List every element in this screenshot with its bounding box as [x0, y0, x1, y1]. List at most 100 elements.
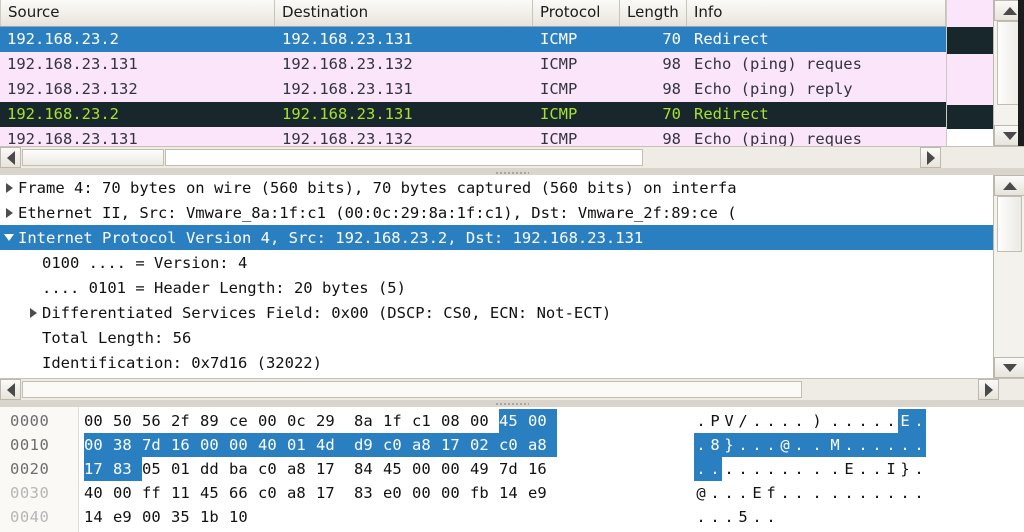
hex-byte[interactable]: 17 — [316, 481, 354, 505]
hex-ascii-char[interactable]: . — [806, 481, 828, 505]
chevron-right-icon[interactable] — [24, 307, 42, 318]
detail-tree-row[interactable]: Frame 4: 70 bytes on wire (560 bits), 70… — [0, 175, 993, 200]
hex-byte[interactable]: 00 — [113, 481, 142, 505]
hex-byte[interactable]: a8 — [287, 481, 316, 505]
hex-ascii-char[interactable]: . — [792, 457, 806, 481]
hex-byte[interactable]: 40 — [84, 481, 113, 505]
hex-byte[interactable]: c0 — [383, 433, 412, 457]
hex-ascii-group[interactable]: . 8}... @.. M...... — [694, 433, 926, 457]
hex-byte[interactable]: 1b — [200, 505, 229, 529]
hex-byte[interactable]: 14 — [499, 481, 528, 505]
hex-ascii-char[interactable]: . — [764, 457, 778, 481]
scroll-left-button[interactable] — [0, 379, 21, 400]
hex-ascii-char[interactable]: . — [792, 481, 806, 505]
hex-ascii-char[interactable]: . — [884, 481, 898, 505]
hex-dump-row[interactable]: 0010 00 38 7d 16 00 00 40 01 4d d9 c0 a8 17 02 c0 a8. 8}.… — [0, 433, 1024, 457]
hex-ascii-char[interactable]: . — [750, 409, 764, 433]
hex-ascii-char[interactable]: . — [792, 433, 806, 457]
detail-tree-row[interactable]: 0100 .... = Version: 4 — [0, 250, 993, 275]
hex-ascii-char[interactable]: . — [708, 457, 722, 481]
hex-ascii-char[interactable]: . — [694, 505, 708, 529]
hex-byte[interactable]: 00 — [258, 409, 287, 433]
packet-row[interactable]: 192.168.23.2 192.168.23.131 ICMP 70 Redirect — [0, 102, 946, 127]
hex-byte[interactable]: 8a — [354, 409, 383, 433]
hex-ascii-char[interactable]: 8 — [708, 433, 722, 457]
hex-byte[interactable]: 29 — [316, 409, 354, 433]
hex-byte[interactable]: 00 — [528, 409, 557, 433]
hex-ascii-char[interactable]: . — [842, 433, 856, 457]
packet-detail-pane[interactable]: Frame 4: 70 bytes on wire (560 bits), 70… — [0, 175, 1024, 378]
hex-bytes-group[interactable]: 40 00 ff 11 45 66 c0 a8 17 83 e0 00 00 fb 14 e9 — [84, 481, 557, 505]
hex-byte[interactable]: 00 — [84, 409, 113, 433]
packet-map-segment[interactable] — [947, 129, 993, 146]
hex-byte[interactable]: 45 — [499, 409, 528, 433]
hex-ascii-char[interactable]: . — [736, 457, 750, 481]
packet-map-minimap[interactable] — [946, 0, 993, 146]
hex-byte[interactable]: fb — [470, 481, 499, 505]
hex-byte[interactable]: ba — [229, 457, 258, 481]
hex-ascii-char[interactable]: . — [912, 481, 926, 505]
hex-byte[interactable]: 00 — [470, 409, 499, 433]
hex-ascii-char[interactable]: . — [722, 481, 736, 505]
hex-dump-row[interactable]: 0000 00 50 56 2f 89 ce 00 0c 29 8a 1f c1 08 00 45 00. P V /… — [0, 409, 1024, 433]
hex-dump-rows[interactable]: 0000 00 50 56 2f 89 ce 00 0c 29 8a 1f c1 08 00 45 00. P V /… — [0, 409, 1024, 529]
chevron-down-icon[interactable] — [0, 234, 18, 241]
detail-tree-row[interactable]: Ethernet II, Src: Vmware_8a:1f:c1 (00:0c… — [0, 200, 993, 225]
hex-byte[interactable]: 00 — [412, 457, 441, 481]
hex-byte[interactable]: 56 — [142, 409, 171, 433]
hex-ascii-char[interactable]: . — [898, 433, 912, 457]
scroll-left-button[interactable] — [0, 147, 21, 168]
hex-byte[interactable]: 00 — [200, 433, 229, 457]
hex-byte[interactable]: 38 — [113, 433, 142, 457]
hex-ascii-group[interactable]: @... Ef.......... — [694, 481, 926, 505]
hex-ascii-char[interactable]: . — [778, 457, 792, 481]
packet-list-rows[interactable]: 192.168.23.2 192.168.23.131 ICMP 70 Redirect… — [0, 27, 946, 146]
hex-bytes-group[interactable]: 14 e9 00 35 1b 10 — [84, 505, 258, 529]
detail-tree-row[interactable]: Total Length: 56 — [0, 325, 993, 350]
hex-dump-row[interactable]: 0030 40 00 ff 11 45 66 c0 a8 17 83 e0 00 00 fb 14 e9 @...… — [0, 481, 1024, 505]
hex-ascii-char[interactable]: I — [884, 457, 898, 481]
hex-ascii-char[interactable]: . — [694, 433, 708, 457]
hex-dump-row[interactable]: 0020 17 83 05 01 dd ba c0 a8 17 84 45 00 00 49 7d 16....… — [0, 457, 1024, 481]
hex-ascii-char[interactable]: . — [856, 409, 870, 433]
hex-ascii-char[interactable]: V — [722, 409, 736, 433]
hex-byte[interactable]: e0 — [383, 481, 412, 505]
hex-byte[interactable]: 14 — [84, 505, 113, 529]
hex-byte[interactable]: 16 — [528, 457, 557, 481]
packet-list-pane[interactable]: Source Destination Protocol Length Info 192.… — [0, 0, 1024, 146]
hex-ascii-char[interactable]: . — [912, 409, 926, 433]
scroll-right-button[interactable] — [978, 379, 999, 400]
hex-byte[interactable]: 45 — [383, 457, 412, 481]
hex-byte[interactable]: 1f — [383, 409, 412, 433]
hex-byte[interactable]: 11 — [171, 481, 200, 505]
hex-byte[interactable]: 7d — [499, 457, 528, 481]
hex-ascii-char[interactable]: P — [708, 409, 722, 433]
hex-ascii-char[interactable]: } — [722, 433, 736, 457]
hex-ascii-char[interactable]: . — [912, 433, 926, 457]
hex-byte[interactable]: ff — [142, 481, 171, 505]
packet-row[interactable]: 192.168.23.131 192.168.23.132 ICMP 98 Echo (… — [0, 52, 946, 77]
packet-map-segment[interactable] — [947, 105, 993, 129]
hex-byte[interactable]: 7d — [142, 433, 171, 457]
packet-map-segment[interactable] — [947, 0, 993, 27]
hex-byte[interactable]: 08 — [441, 409, 470, 433]
hex-byte[interactable]: 83 — [113, 457, 142, 481]
hex-ascii-char[interactable]: . — [764, 433, 778, 457]
hex-byte[interactable]: 00 — [441, 457, 470, 481]
hex-ascii-char[interactable]: . — [694, 457, 708, 481]
hex-byte[interactable]: a8 — [412, 433, 441, 457]
hex-byte[interactable]: 00 — [84, 433, 113, 457]
hex-ascii-char[interactable]: . — [828, 409, 842, 433]
hex-dump-row[interactable]: 0040 14 e9 00 35 1b 10... 5.. — [0, 505, 1024, 529]
hex-ascii-char[interactable]: . — [842, 481, 856, 505]
hex-byte[interactable]: c0 — [499, 433, 528, 457]
hex-byte[interactable]: 4d — [316, 433, 354, 457]
hex-byte[interactable]: a8 — [528, 433, 557, 457]
hex-ascii-char[interactable]: E — [750, 481, 764, 505]
hex-ascii-char[interactable]: . — [856, 481, 870, 505]
hex-ascii-char[interactable]: . — [792, 409, 806, 433]
hex-ascii-char[interactable]: M — [828, 433, 842, 457]
hex-bytes-group[interactable]: 17 83 05 01 dd ba c0 a8 17 84 45 00 00 49 7d 16 — [84, 457, 557, 481]
column-header-length[interactable]: Length — [620, 0, 687, 26]
column-header-source[interactable]: Source — [0, 0, 275, 26]
